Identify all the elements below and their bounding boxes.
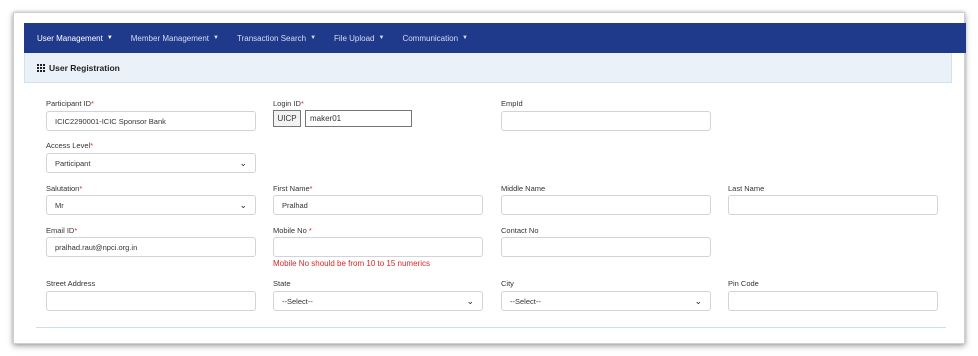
state-value: --Select-- bbox=[282, 296, 313, 306]
chevron-down-icon: ⌄ bbox=[239, 199, 247, 210]
nav-label: User Management bbox=[37, 33, 103, 43]
access-level-label: Access Level* bbox=[46, 141, 94, 150]
first-name-field[interactable]: Pralhad bbox=[273, 195, 483, 215]
salutation-value: Mr bbox=[55, 200, 64, 210]
chevron-down-icon: ⌄ bbox=[694, 295, 702, 306]
nav-member-management[interactable]: Member Management ▼ bbox=[122, 23, 228, 53]
mobile-no-error: Mobile No should be from 10 to 15 numeri… bbox=[273, 259, 430, 268]
section-divider bbox=[36, 327, 946, 328]
caret-down-icon: ▼ bbox=[213, 35, 219, 41]
email-id-label: Email ID* bbox=[46, 226, 78, 235]
caret-down-icon: ▼ bbox=[378, 35, 385, 41]
access-level-select[interactable]: Participant ⌄ bbox=[46, 153, 256, 173]
login-id-label: Login ID* bbox=[273, 99, 304, 108]
state-select[interactable]: --Select-- ⌄ bbox=[273, 291, 483, 311]
street-address-label: Street Address bbox=[46, 279, 96, 288]
nav-label: File Upload bbox=[334, 33, 375, 43]
email-id-field[interactable]: pralhad.raut@npci.org.in bbox=[46, 237, 256, 257]
nav-label: Communication bbox=[402, 33, 459, 43]
mobile-no-field[interactable] bbox=[273, 237, 483, 257]
city-select[interactable]: --Select-- ⌄ bbox=[501, 291, 711, 311]
first-name-label: First Name* bbox=[273, 184, 313, 193]
last-name-field[interactable] bbox=[728, 195, 938, 215]
middle-name-field[interactable] bbox=[501, 195, 711, 215]
salutation-label: Salutation* bbox=[46, 184, 83, 193]
pin-code-label: Pin Code bbox=[728, 279, 759, 288]
contact-no-field[interactable] bbox=[501, 237, 711, 257]
state-label: State bbox=[273, 279, 291, 288]
caret-down-icon: ▼ bbox=[310, 35, 317, 41]
street-address-field[interactable] bbox=[46, 291, 256, 311]
salutation-select[interactable]: Mr ⌄ bbox=[46, 195, 256, 215]
participant-id-field[interactable]: ICIC2290001-ICIC Sponsor Bank bbox=[46, 111, 256, 131]
panel-header: User Registration bbox=[24, 53, 952, 83]
pin-code-field[interactable] bbox=[728, 291, 938, 311]
caret-down-icon: ▼ bbox=[106, 35, 113, 41]
chevron-down-icon: ⌄ bbox=[239, 157, 247, 168]
participant-id-label: Participant ID* bbox=[46, 99, 94, 108]
login-id-prefix: UICP bbox=[273, 110, 301, 127]
app-window: User Management ▼ Member Management ▼ Tran… bbox=[13, 12, 966, 344]
middle-name-label: Middle Name bbox=[501, 184, 546, 193]
nav-user-management[interactable]: User Management ▼ bbox=[24, 23, 122, 53]
city-value: --Select-- bbox=[510, 296, 541, 306]
grid-icon bbox=[37, 63, 45, 72]
city-label: City bbox=[501, 279, 514, 288]
chevron-down-icon: ⌄ bbox=[466, 295, 474, 306]
emp-id-field[interactable] bbox=[501, 111, 711, 131]
contact-no-label: Contact No bbox=[501, 226, 539, 235]
top-navbar: User Management ▼ Member Management ▼ Tran… bbox=[24, 23, 966, 53]
caret-down-icon: ▼ bbox=[462, 35, 468, 41]
access-level-value: Participant bbox=[55, 158, 91, 168]
nav-transaction-search[interactable]: Transaction Search ▼ bbox=[228, 23, 325, 53]
nav-communication[interactable]: Communication ▼ bbox=[393, 23, 477, 53]
nav-label: Transaction Search bbox=[236, 33, 307, 43]
panel-title: User Registration bbox=[49, 62, 120, 73]
login-id-field[interactable]: maker01 bbox=[305, 110, 412, 127]
emp-id-label: EmpId bbox=[501, 99, 523, 108]
mobile-no-label: Mobile No * bbox=[273, 226, 312, 235]
nav-file-upload[interactable]: File Upload ▼ bbox=[325, 23, 393, 53]
last-name-label: Last Name bbox=[728, 184, 765, 193]
nav-label: Member Management bbox=[130, 33, 210, 43]
